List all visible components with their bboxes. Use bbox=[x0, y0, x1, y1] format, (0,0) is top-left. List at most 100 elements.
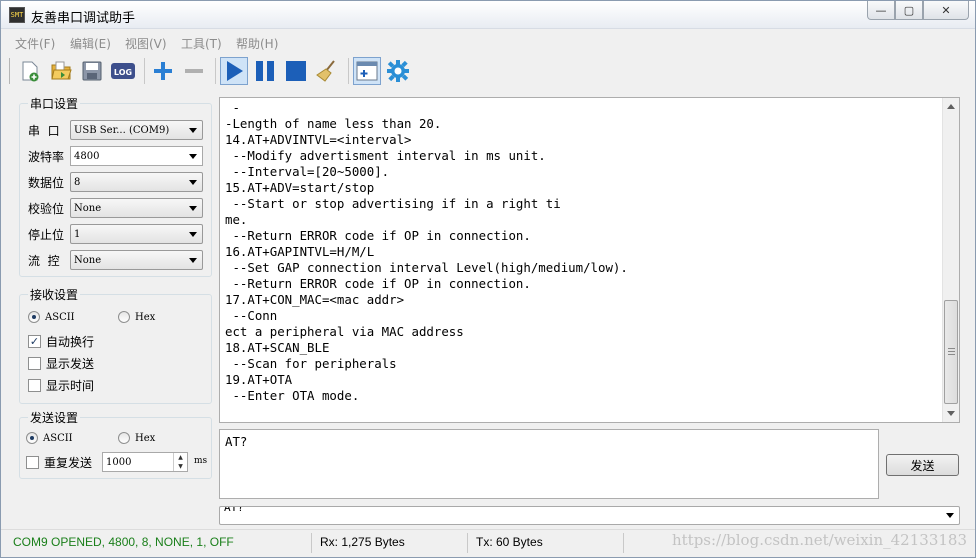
receive-line: 19.AT+OTA bbox=[225, 372, 293, 387]
data-bits-select[interactable]: 8 bbox=[70, 172, 203, 192]
radio-icon bbox=[118, 311, 130, 323]
send-button-label: 发送 bbox=[910, 458, 935, 473]
port-label: 串 口 bbox=[28, 123, 60, 138]
minus-icon bbox=[185, 69, 203, 73]
rx-count: Rx: 1,275 Bytes bbox=[320, 535, 405, 549]
log-icon-label: LOG bbox=[114, 68, 132, 77]
menu-view[interactable]: 视图(V) bbox=[125, 35, 167, 52]
save-icon bbox=[82, 61, 102, 81]
show-send-checkbox[interactable]: 显示发送 bbox=[28, 355, 94, 372]
baud-select[interactable]: 4800 bbox=[70, 146, 203, 166]
settings-button[interactable] bbox=[384, 57, 412, 85]
port-value: USB Ser... (COM9) bbox=[74, 124, 170, 136]
data-bits-row: 数据位 bbox=[28, 172, 72, 192]
stop-button[interactable] bbox=[282, 57, 310, 85]
receive-line: --Start or stop advertising if in a righ… bbox=[225, 196, 561, 211]
spin-arrows-icon[interactable]: ▲ ▼ bbox=[173, 453, 187, 471]
new-window-button[interactable] bbox=[353, 57, 381, 85]
receive-line: 15.AT+ADV=start/stop bbox=[225, 180, 375, 195]
send-ascii-radio[interactable]: ASCII bbox=[26, 432, 73, 444]
interval-stepper[interactable]: 1000 ▲ ▼ bbox=[102, 452, 188, 472]
chevron-down-icon bbox=[189, 180, 197, 185]
parity-select[interactable]: None bbox=[70, 198, 203, 218]
recv-hex-label: Hex bbox=[135, 311, 156, 323]
toolbar-grip bbox=[9, 58, 10, 84]
scroll-thumb[interactable] bbox=[944, 300, 958, 404]
receive-line: ect a peripheral via MAC address bbox=[225, 324, 464, 339]
baud-row: 波特率 bbox=[28, 146, 72, 166]
repeat-send-checkbox[interactable]: 重复发送 bbox=[26, 454, 92, 471]
title-bar[interactable]: SMT 友善串口调试助手 — ▢ ✕ bbox=[1, 1, 975, 29]
send-history-select[interactable]: AT? bbox=[219, 506, 960, 525]
send-history-value: AT? bbox=[224, 506, 244, 514]
log-button[interactable]: LOG bbox=[109, 57, 137, 85]
window-controls: — ▢ ✕ bbox=[867, 1, 969, 21]
receive-textarea[interactable]: - -Length of name less than 20. 14.AT+ADVI… bbox=[219, 97, 960, 423]
data-bits-value: 8 bbox=[74, 176, 81, 188]
show-time-label: 显示时间 bbox=[46, 379, 95, 393]
app-window: SMT 友善串口调试助手 — ▢ ✕ 文件(F) 编辑(E) 视图(V) 工具(… bbox=[0, 0, 976, 558]
scroll-down-icon[interactable] bbox=[947, 411, 955, 416]
pause-button[interactable] bbox=[251, 57, 279, 85]
menu-bar: 文件(F) 编辑(E) 视图(V) 工具(T) 帮助(H) bbox=[1, 32, 975, 53]
start-button[interactable] bbox=[220, 57, 248, 85]
grip-line bbox=[948, 351, 955, 352]
flow-value: None bbox=[74, 254, 102, 266]
stop-bits-value: 1 bbox=[74, 228, 81, 240]
send-settings-title: 发送设置 bbox=[28, 409, 81, 426]
grip-line bbox=[948, 354, 955, 355]
menu-tools[interactable]: 工具(T) bbox=[181, 35, 222, 52]
open-button[interactable] bbox=[47, 57, 75, 85]
receive-line: 14.AT+ADVINTVL=<interval> bbox=[225, 132, 412, 147]
chevron-down-icon bbox=[189, 154, 197, 159]
checkbox-icon bbox=[28, 379, 41, 392]
radio-selected-icon bbox=[26, 432, 38, 444]
show-time-checkbox[interactable]: 显示时间 bbox=[28, 377, 94, 394]
clear-button[interactable] bbox=[313, 57, 341, 85]
auto-wrap-checkbox[interactable]: ✓ 自动换行 bbox=[28, 333, 94, 350]
menu-edit[interactable]: 编辑(E) bbox=[70, 35, 111, 52]
data-bits-label: 数据位 bbox=[28, 175, 65, 190]
interval-value: 1000 bbox=[106, 456, 132, 468]
send-hex-radio[interactable]: Hex bbox=[118, 432, 155, 444]
port-select[interactable]: USB Ser... (COM9) bbox=[70, 120, 203, 140]
flow-row: 流 控 bbox=[28, 250, 72, 270]
receive-scrollbar[interactable] bbox=[942, 98, 959, 422]
send-textarea[interactable]: AT? bbox=[219, 429, 879, 499]
menu-file[interactable]: 文件(F) bbox=[15, 35, 55, 52]
receive-settings-title: 接收设置 bbox=[28, 286, 81, 303]
send-hex-label: Hex bbox=[135, 432, 156, 444]
remove-button[interactable] bbox=[180, 57, 208, 85]
stop-bits-select[interactable]: 1 bbox=[70, 224, 203, 244]
close-button[interactable]: ✕ bbox=[923, 1, 969, 20]
minimize-button[interactable]: — bbox=[867, 1, 895, 20]
receive-line: --Conn bbox=[225, 308, 278, 323]
radio-icon bbox=[118, 432, 130, 444]
show-send-label: 显示发送 bbox=[46, 357, 95, 371]
save-button[interactable] bbox=[78, 57, 106, 85]
receive-line: --Set GAP connection interval Level(high… bbox=[225, 260, 628, 275]
status-bar: COM9 OPENED, 4800, 8, NONE, 1, OFF Rx: 1… bbox=[1, 529, 975, 557]
receive-line: --Return ERROR code if OP in connection. bbox=[225, 276, 531, 291]
menu-help[interactable]: 帮助(H) bbox=[236, 35, 278, 52]
plus-icon bbox=[154, 62, 172, 80]
watermark-text: https://blog.csdn.net/weixin_42133183 bbox=[671, 531, 967, 549]
stop-icon bbox=[286, 61, 306, 81]
send-settings-group: 发送设置 ASCII Hex 重复发送 1000 ▲ ▼ ms bbox=[19, 409, 212, 479]
new-file-button[interactable] bbox=[16, 57, 44, 85]
send-button[interactable]: 发送 bbox=[886, 454, 959, 476]
receive-settings-group: 接收设置 ASCII Hex ✓ 自动换行 显示发送 显示时间 bbox=[19, 286, 212, 404]
status-divider bbox=[623, 533, 624, 553]
flow-select[interactable]: None bbox=[70, 250, 203, 270]
scroll-up-icon[interactable] bbox=[947, 104, 955, 109]
chevron-down-icon bbox=[189, 258, 197, 263]
toolbar-separator bbox=[348, 58, 349, 84]
receive-line: --Modify advertisment interval in ms uni… bbox=[225, 148, 546, 163]
maximize-button[interactable]: ▢ bbox=[895, 1, 923, 20]
recv-ascii-radio[interactable]: ASCII bbox=[28, 311, 75, 323]
receive-line: -Length of name less than 20. bbox=[225, 116, 442, 131]
add-button[interactable] bbox=[149, 57, 177, 85]
receive-line: --Enter OTA mode. bbox=[225, 388, 360, 403]
checkbox-icon bbox=[26, 456, 39, 469]
recv-hex-radio[interactable]: Hex bbox=[118, 311, 155, 323]
